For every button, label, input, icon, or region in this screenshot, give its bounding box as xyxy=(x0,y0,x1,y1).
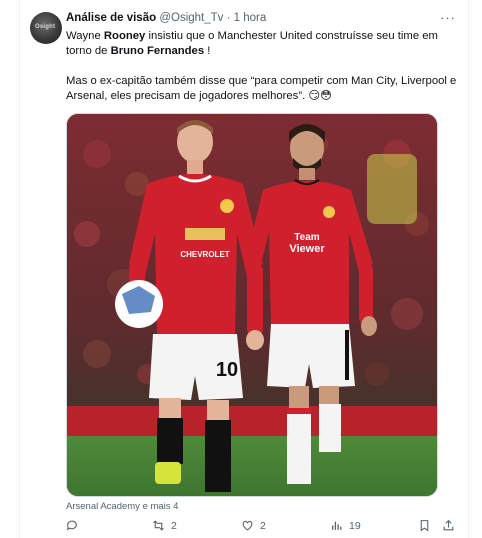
share-button[interactable] xyxy=(442,519,455,532)
text-segment: Wayne xyxy=(66,30,104,42)
retweet-icon xyxy=(153,520,164,531)
share-icon xyxy=(443,519,454,531)
right-sponsor: Team xyxy=(294,232,319,243)
timeline-right-border xyxy=(468,0,469,538)
tweet-time[interactable]: 1 hora xyxy=(234,12,267,24)
tweet-text: Wayne Rooney insistiu que o Manchester U… xyxy=(66,29,458,119)
media-caption[interactable]: Arsenal Academy e mais 4 xyxy=(66,501,178,512)
more-options-icon[interactable]: ··· xyxy=(440,10,456,25)
avatar-text: Osight xyxy=(35,24,56,30)
tweet-photo[interactable]: CHEVROLET 10 Team Viewer xyxy=(66,113,438,497)
tweet-actions: 2 2 19 xyxy=(66,519,458,535)
header-separator: · xyxy=(226,12,231,24)
author-handle[interactable]: @Osight_Tv xyxy=(159,12,223,24)
tweet-paragraph-1: Wayne Rooney insistiu que o Manchester U… xyxy=(66,29,458,59)
bookmark-icon xyxy=(420,520,429,532)
right-sponsor-2: Viewer xyxy=(289,243,325,255)
photo-illustration: CHEVROLET 10 Team Viewer xyxy=(67,114,437,496)
tweet-paragraph-2: Mas o ex-capitão também disse que “para … xyxy=(66,75,457,102)
left-shorts-number: 10 xyxy=(216,359,238,381)
reply-icon xyxy=(66,520,77,531)
tweet-header: Análise de visão @Osight_Tv · 1 hora xyxy=(66,12,266,28)
left-sponsor: CHEVROLET xyxy=(180,250,229,259)
like-button[interactable]: 2 xyxy=(241,519,266,532)
text-segment: ! xyxy=(204,45,211,57)
views-button[interactable]: 19 xyxy=(330,519,361,532)
bookmark-button[interactable] xyxy=(418,519,431,532)
reply-button[interactable] xyxy=(66,519,85,532)
text-bold-bruno: Bruno Fernandes xyxy=(110,45,205,57)
tweet[interactable]: Osight Análise de visão @Osight_Tv · 1 h… xyxy=(20,0,468,538)
text-bold-rooney: Rooney xyxy=(103,30,146,42)
heart-icon xyxy=(242,520,253,531)
like-count: 2 xyxy=(260,519,266,532)
views-count: 19 xyxy=(349,519,361,532)
avatar[interactable]: Osight xyxy=(30,12,62,44)
views-chart-icon xyxy=(332,521,342,530)
author-name[interactable]: Análise de visão xyxy=(66,12,156,24)
retweet-button[interactable]: 2 xyxy=(152,519,177,532)
retweet-count: 2 xyxy=(171,519,177,532)
